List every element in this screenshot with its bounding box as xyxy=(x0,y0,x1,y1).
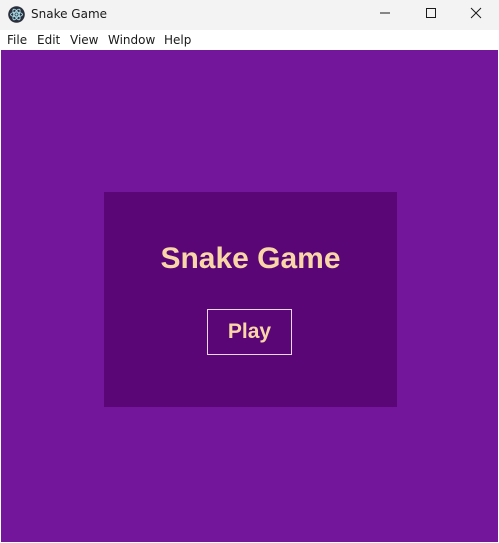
title-bar[interactable]: Snake Game xyxy=(0,0,499,30)
app-window: Snake Game File Edit View Window Help Sn… xyxy=(0,0,499,543)
menu-edit[interactable]: Edit xyxy=(37,33,60,47)
maximize-button[interactable] xyxy=(408,0,454,30)
maximize-icon xyxy=(425,6,437,24)
menu-view[interactable]: View xyxy=(70,33,98,47)
start-menu-panel: Snake Game Play xyxy=(104,192,397,407)
menu-file[interactable]: File xyxy=(7,33,27,47)
electron-app-icon xyxy=(8,6,25,23)
close-icon xyxy=(470,6,482,24)
window-title: Snake Game xyxy=(31,7,108,21)
close-button[interactable] xyxy=(453,0,499,30)
menu-help[interactable]: Help xyxy=(164,33,191,47)
play-button[interactable]: Play xyxy=(207,309,292,355)
minimize-button[interactable] xyxy=(362,0,408,30)
menu-bar: File Edit View Window Help xyxy=(0,30,499,50)
minimize-icon xyxy=(379,6,391,24)
game-area: Snake Game Play xyxy=(1,50,498,542)
game-title: Snake Game xyxy=(160,242,341,275)
menu-window[interactable]: Window xyxy=(108,33,155,47)
